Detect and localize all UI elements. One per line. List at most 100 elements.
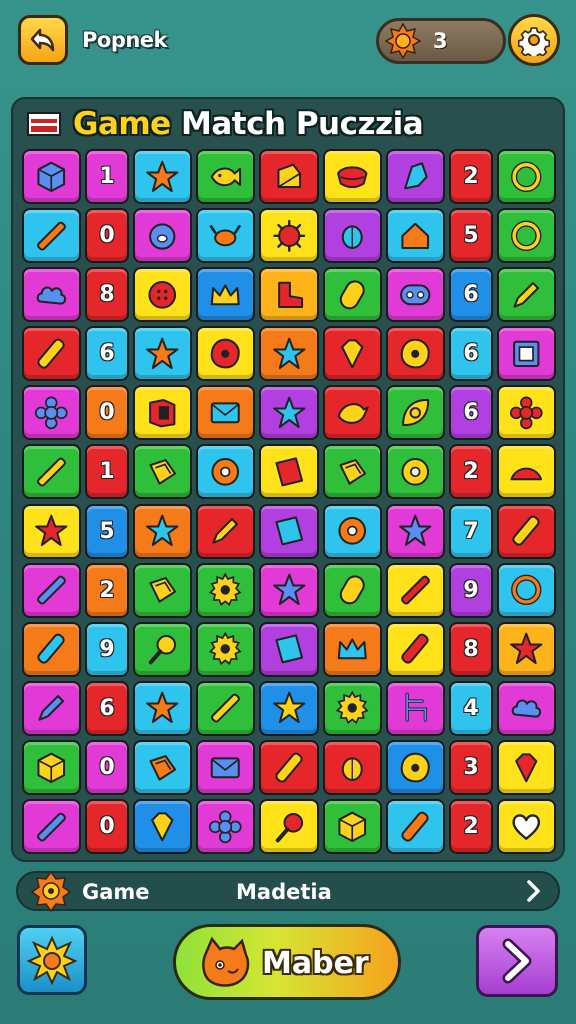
number-tile[interactable]: 6	[449, 326, 493, 382]
tile-racket[interactable]	[259, 798, 319, 854]
number-tile[interactable]: 0	[85, 208, 129, 264]
tile-blob[interactable]	[385, 326, 446, 382]
tile-face[interactable]	[385, 267, 446, 323]
tile-gem[interactable]	[132, 798, 192, 854]
tile-pen[interactable]	[496, 267, 556, 323]
tile-bug[interactable]	[322, 208, 382, 264]
tile-box[interactable]	[132, 562, 192, 618]
tile-cube[interactable]	[22, 149, 82, 205]
chevron-right-icon[interactable]	[522, 879, 546, 903]
tile-paper[interactable]	[259, 621, 319, 677]
tile-bug[interactable]	[322, 739, 382, 795]
tile-mail[interactable]	[196, 739, 256, 795]
number-tile[interactable]: 2	[449, 444, 493, 500]
tile-star[interactable]	[132, 326, 192, 382]
tile-star[interactable]	[22, 503, 82, 559]
tile-star[interactable]	[132, 680, 192, 736]
tile-virus[interactable]	[259, 208, 319, 264]
tile-chair[interactable]	[385, 680, 446, 736]
tile-fish[interactable]	[196, 149, 256, 205]
tile-pencil[interactable]	[22, 444, 82, 500]
tile-star[interactable]	[259, 326, 319, 382]
tile-bottle[interactable]	[22, 326, 82, 382]
number-tile[interactable]: 2	[449, 149, 493, 205]
tile-donut[interactable]	[322, 503, 382, 559]
tile-pen[interactable]	[196, 503, 256, 559]
powerup-button[interactable]	[17, 925, 87, 995]
info-bar[interactable]: Game Madetia	[16, 870, 560, 912]
tile-rocket[interactable]	[385, 149, 446, 205]
number-tile[interactable]: 1	[85, 444, 129, 500]
tile-cloud[interactable]	[22, 267, 82, 323]
tile-star[interactable]	[385, 503, 446, 559]
tile-melon[interactable]	[322, 149, 382, 205]
tile-capsule[interactable]	[322, 267, 382, 323]
tile-star[interactable]	[259, 680, 319, 736]
tile-paper[interactable]	[259, 444, 319, 500]
tile-flower[interactable]	[496, 385, 556, 441]
tile-cube[interactable]	[322, 798, 382, 854]
number-tile[interactable]: 0	[85, 385, 129, 441]
tile-pencil[interactable]	[22, 562, 82, 618]
tile-ring[interactable]	[496, 149, 556, 205]
tile-heart[interactable]	[496, 798, 556, 854]
tile-gear[interactable]	[322, 680, 382, 736]
tile-box[interactable]	[132, 739, 192, 795]
number-tile[interactable]: 0	[85, 798, 129, 854]
tile-paper[interactable]	[259, 503, 319, 559]
tile-leaf[interactable]	[385, 385, 446, 441]
tile-boot[interactable]	[259, 267, 319, 323]
tile-cloud[interactable]	[496, 680, 556, 736]
tile-button[interactable]	[132, 267, 192, 323]
tile-box[interactable]	[322, 444, 382, 500]
tile-gem[interactable]	[496, 739, 556, 795]
tile-bottle[interactable]	[385, 798, 446, 854]
number-tile[interactable]: 1	[85, 149, 129, 205]
tile-crown[interactable]	[196, 267, 256, 323]
tile-star[interactable]	[132, 503, 192, 559]
tile-bottle[interactable]	[496, 503, 556, 559]
tile-flower[interactable]	[196, 798, 256, 854]
settings-button[interactable]	[508, 14, 560, 66]
tile-gem[interactable]	[322, 326, 382, 382]
tile-donut[interactable]	[196, 444, 256, 500]
number-tile[interactable]: 6	[85, 326, 129, 382]
tile-cube[interactable]	[22, 739, 82, 795]
tile-pencil[interactable]	[22, 208, 82, 264]
number-tile[interactable]: 0	[85, 739, 129, 795]
number-tile[interactable]: 2	[85, 562, 129, 618]
tile-capsule[interactable]	[322, 562, 382, 618]
next-button[interactable]	[476, 925, 558, 997]
tile-box[interactable]	[132, 444, 192, 500]
tile-house[interactable]	[385, 208, 446, 264]
tile-pencil[interactable]	[385, 562, 446, 618]
tile-pig[interactable]	[132, 208, 192, 264]
coin-counter[interactable]: 3	[376, 18, 506, 64]
tile-blob[interactable]	[385, 739, 446, 795]
number-tile[interactable]: 8	[85, 267, 129, 323]
number-tile[interactable]: 5	[449, 208, 493, 264]
tile-bottle[interactable]	[259, 739, 319, 795]
tile-ring[interactable]	[496, 562, 556, 618]
tile-flower[interactable]	[22, 385, 82, 441]
tile-star[interactable]	[132, 149, 192, 205]
tile-pen[interactable]	[22, 680, 82, 736]
tile-book[interactable]	[132, 385, 192, 441]
tile-crab[interactable]	[196, 208, 256, 264]
number-tile[interactable]: 6	[85, 680, 129, 736]
tile-blob[interactable]	[196, 326, 256, 382]
tile-ring[interactable]	[496, 208, 556, 264]
tile-bird[interactable]	[322, 385, 382, 441]
number-tile[interactable]: 5	[85, 503, 129, 559]
tile-pencil[interactable]	[196, 680, 256, 736]
tile-hat[interactable]	[496, 444, 556, 500]
tile-star[interactable]	[259, 562, 319, 618]
back-button[interactable]	[18, 15, 68, 65]
number-tile[interactable]: 4	[449, 680, 493, 736]
number-tile[interactable]: 7	[449, 503, 493, 559]
match-button[interactable]: Maber	[173, 924, 401, 1000]
tile-donut[interactable]	[385, 444, 446, 500]
tile-gear[interactable]	[196, 562, 256, 618]
number-tile[interactable]: 3	[449, 739, 493, 795]
tile-mail[interactable]	[196, 385, 256, 441]
